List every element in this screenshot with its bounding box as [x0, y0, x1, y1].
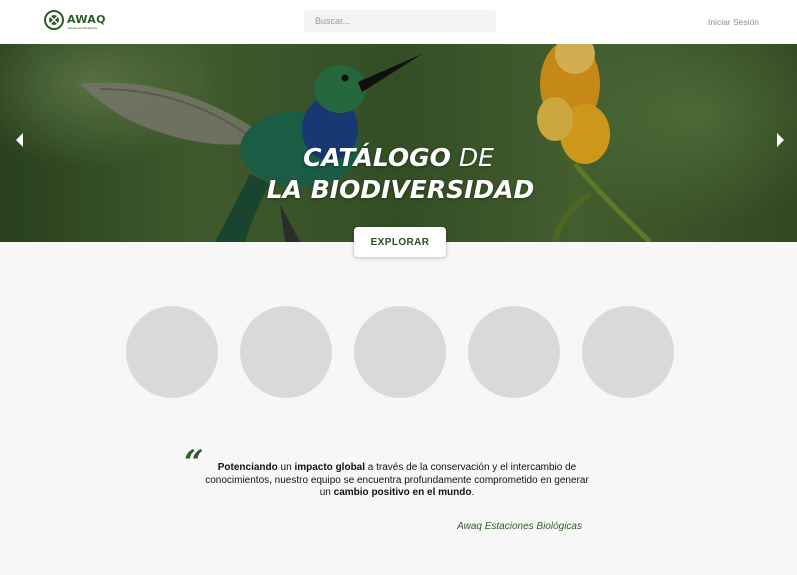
search-input[interactable]: [304, 10, 496, 32]
quote-highlight-2: impacto global: [294, 462, 366, 473]
quote-text-3: .: [471, 487, 475, 498]
hero-title-thin: DE: [458, 143, 494, 172]
quote-mark-icon: “: [184, 443, 204, 483]
mission-quote: Potenciando un impacto global a través d…: [204, 462, 590, 500]
category-circle-2[interactable]: [240, 306, 332, 398]
category-circle-3[interactable]: [354, 306, 446, 398]
hero-title-line2: LA BIODIVERSIDAD: [266, 175, 535, 204]
hero-banner: CATÁLOGO DE LA BIODIVERSIDAD: [0, 44, 797, 242]
quote-highlight-3: cambio positivo en el mundo: [333, 487, 472, 498]
quote-author: Awaq Estaciones Biológicas: [457, 521, 582, 532]
logo-name: AWAQ: [67, 13, 106, 26]
quote-text-1: un: [277, 462, 295, 473]
explore-button[interactable]: EXPLORAR: [354, 227, 446, 257]
awaq-leaf-logo-icon: [44, 10, 64, 30]
login-link[interactable]: Iniciar Sesión: [708, 17, 759, 27]
category-circle-4[interactable]: [468, 306, 560, 398]
category-circle-1[interactable]: [126, 306, 218, 398]
top-navbar: AWAQ Estaciones Biológicas Iniciar Sesió…: [0, 0, 797, 45]
hero-title-bold: CATÁLOGO: [303, 143, 451, 172]
awaq-logo[interactable]: AWAQ Estaciones Biológicas: [44, 10, 106, 30]
hero-title: CATÁLOGO DE LA BIODIVERSIDAD: [0, 142, 797, 206]
quote-highlight-1: Potenciando: [217, 462, 278, 473]
logo-subtitle: Estaciones Biológicas: [68, 26, 98, 30]
category-circle-5[interactable]: [582, 306, 674, 398]
